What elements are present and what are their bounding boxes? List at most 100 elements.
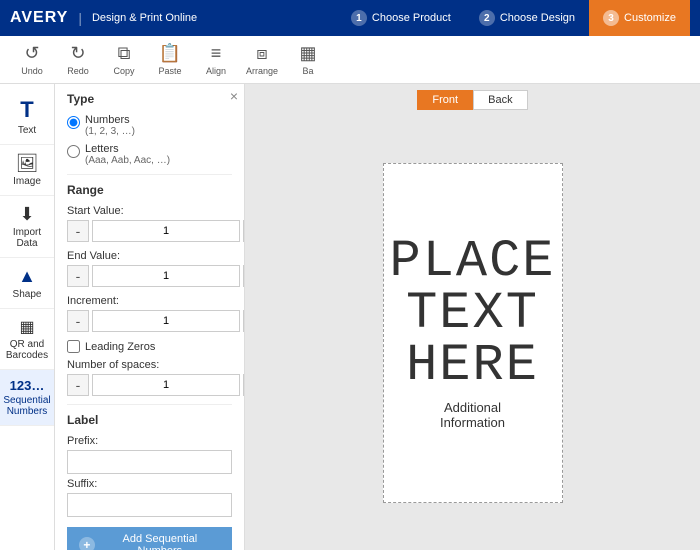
sidebar-item-qr[interactable]: ▦ QR and Barcodes	[0, 309, 54, 370]
redo-button[interactable]: ↻ Redo	[56, 40, 100, 80]
arrange-label: Arrange	[246, 66, 278, 76]
main-area: T Text 🖼 Image ⬇ Import Data ▲ Shape ▦ Q…	[0, 84, 700, 550]
ba-label: Ba	[302, 66, 313, 76]
header-tagline: Design & Print Online	[92, 12, 197, 24]
radio-numbers: Numbers (1, 2, 3, …)	[67, 114, 232, 137]
step-num-1: 1	[351, 10, 367, 26]
avery-logo: AVERY	[10, 9, 68, 27]
undo-icon: ↺	[24, 43, 39, 64]
label-text-line2: Text	[406, 288, 539, 340]
num-spaces-minus[interactable]: -	[67, 374, 89, 396]
label-preview: Place Text Here AdditionalInformation	[383, 163, 563, 503]
radio-letters: Letters (Aaa, Aab, Aac, …)	[67, 143, 232, 166]
redo-icon: ↻	[70, 43, 85, 64]
prefix-label: Prefix:	[67, 435, 232, 447]
end-value-label: End Value:	[67, 250, 232, 262]
suffix-label: Suffix:	[67, 478, 232, 490]
shape-icon: ▲	[18, 266, 36, 287]
num-spaces-input[interactable]	[92, 374, 240, 396]
redo-label: Redo	[67, 66, 89, 76]
arrange-icon: ⧈	[256, 43, 267, 64]
tab-front[interactable]: Front	[417, 90, 473, 110]
add-btn-plus-icon: +	[79, 537, 95, 550]
sidebar-label-sequential: Sequential Numbers	[2, 395, 52, 417]
start-value-input[interactable]	[92, 220, 240, 242]
copy-icon: ⧉	[118, 43, 131, 64]
step-num-3: 3	[603, 10, 619, 26]
divider-1	[67, 174, 232, 175]
copy-button[interactable]: ⧉ Copy	[102, 40, 146, 80]
add-sequential-button[interactable]: + Add Sequential Numbers	[67, 527, 232, 550]
sidebar-label-import: Import Data	[2, 227, 52, 249]
sequential-icon: 123…	[10, 378, 45, 393]
sidebar-item-text[interactable]: T Text	[0, 89, 54, 145]
sidebar-label-qr: QR and Barcodes	[2, 339, 52, 361]
sidebar-label-image: Image	[13, 176, 41, 187]
end-value-input[interactable]	[92, 265, 240, 287]
label-text-line1: Place	[389, 236, 555, 288]
copy-label: Copy	[113, 66, 134, 76]
label-text-line3: Here	[406, 340, 539, 392]
step-choose-design[interactable]: 2 Choose Design	[465, 0, 589, 36]
num-spaces-label: Number of spaces:	[67, 359, 232, 371]
sidebar-item-import[interactable]: ⬇ Import Data	[0, 196, 54, 258]
header-divider: |	[78, 10, 82, 26]
arrange-button[interactable]: ⧈ Arrange	[240, 40, 284, 80]
label-section-title: Label	[67, 413, 232, 427]
start-value-minus[interactable]: -	[67, 220, 89, 242]
sidebar-label-shape: Shape	[13, 289, 42, 300]
canvas-tabs: Front Back	[245, 84, 700, 116]
range-section-title: Range	[67, 183, 232, 197]
leading-zeros-checkbox[interactable]	[67, 340, 80, 353]
left-sidebar: T Text 🖼 Image ⬇ Import Data ▲ Shape ▦ Q…	[0, 84, 55, 550]
radio-letters-input[interactable]	[67, 145, 80, 158]
qr-icon: ▦	[19, 317, 34, 337]
suffix-input[interactable]	[67, 493, 232, 517]
align-label: Align	[206, 66, 226, 76]
import-icon: ⬇	[19, 204, 34, 225]
steps-nav: 1 Choose Product 2 Choose Design 3 Custo…	[337, 0, 690, 36]
ba-button[interactable]: ▦ Ba	[286, 40, 330, 80]
paste-label: Paste	[158, 66, 181, 76]
type-section-title: Type	[67, 92, 232, 106]
start-value-row: - +	[67, 220, 232, 242]
step-label-2: Choose Design	[500, 12, 575, 24]
app-header: AVERY | Design & Print Online 1 Choose P…	[0, 0, 700, 36]
divider-2	[67, 404, 232, 405]
tab-back[interactable]: Back	[473, 90, 527, 110]
align-button[interactable]: ≡ Align	[194, 40, 238, 80]
sequential-panel: × Type Numbers (1, 2, 3, …) Letters (Aaa…	[55, 84, 245, 550]
align-icon: ≡	[211, 43, 222, 64]
end-value-row: - +	[67, 265, 232, 287]
text-icon: T	[20, 97, 33, 123]
canvas-area: Front Back Place Text Here AdditionalInf…	[245, 84, 700, 550]
toolbar: ↺ Undo ↻ Redo ⧉ Copy 📋 Paste ≡ Align ⧈ A…	[0, 36, 700, 84]
leading-zeros-row: Leading Zeros	[67, 340, 232, 353]
image-icon: 🖼	[16, 153, 39, 174]
label-additional-text: AdditionalInformation	[440, 400, 505, 430]
radio-numbers-label: Numbers (1, 2, 3, …)	[85, 114, 135, 137]
step-choose-product[interactable]: 1 Choose Product	[337, 0, 465, 36]
sidebar-item-shape[interactable]: ▲ Shape	[0, 258, 54, 309]
increment-label: Increment:	[67, 295, 232, 307]
step-customize[interactable]: 3 Customize	[589, 0, 690, 36]
radio-numbers-input[interactable]	[67, 116, 80, 129]
undo-label: Undo	[21, 66, 43, 76]
num-spaces-row: - +	[67, 374, 232, 396]
end-value-minus[interactable]: -	[67, 265, 89, 287]
sidebar-item-sequential[interactable]: 123… Sequential Numbers	[0, 370, 54, 426]
canvas-content: Place Text Here AdditionalInformation	[245, 116, 700, 550]
add-sequential-label: Add Sequential Numbers	[100, 533, 220, 550]
step-num-2: 2	[479, 10, 495, 26]
paste-button[interactable]: 📋 Paste	[148, 40, 192, 80]
sidebar-item-image[interactable]: 🖼 Image	[0, 145, 54, 196]
radio-letters-label: Letters (Aaa, Aab, Aac, …)	[85, 143, 170, 166]
increment-row: - +	[67, 310, 232, 332]
undo-button[interactable]: ↺ Undo	[10, 40, 54, 80]
panel-close-button[interactable]: ×	[230, 88, 238, 104]
increment-input[interactable]	[92, 310, 240, 332]
step-label-1: Choose Product	[372, 12, 451, 24]
toolbar-group-main: ↺ Undo ↻ Redo ⧉ Copy 📋 Paste ≡ Align ⧈ A…	[10, 40, 330, 80]
increment-minus[interactable]: -	[67, 310, 89, 332]
prefix-input[interactable]	[67, 450, 232, 474]
